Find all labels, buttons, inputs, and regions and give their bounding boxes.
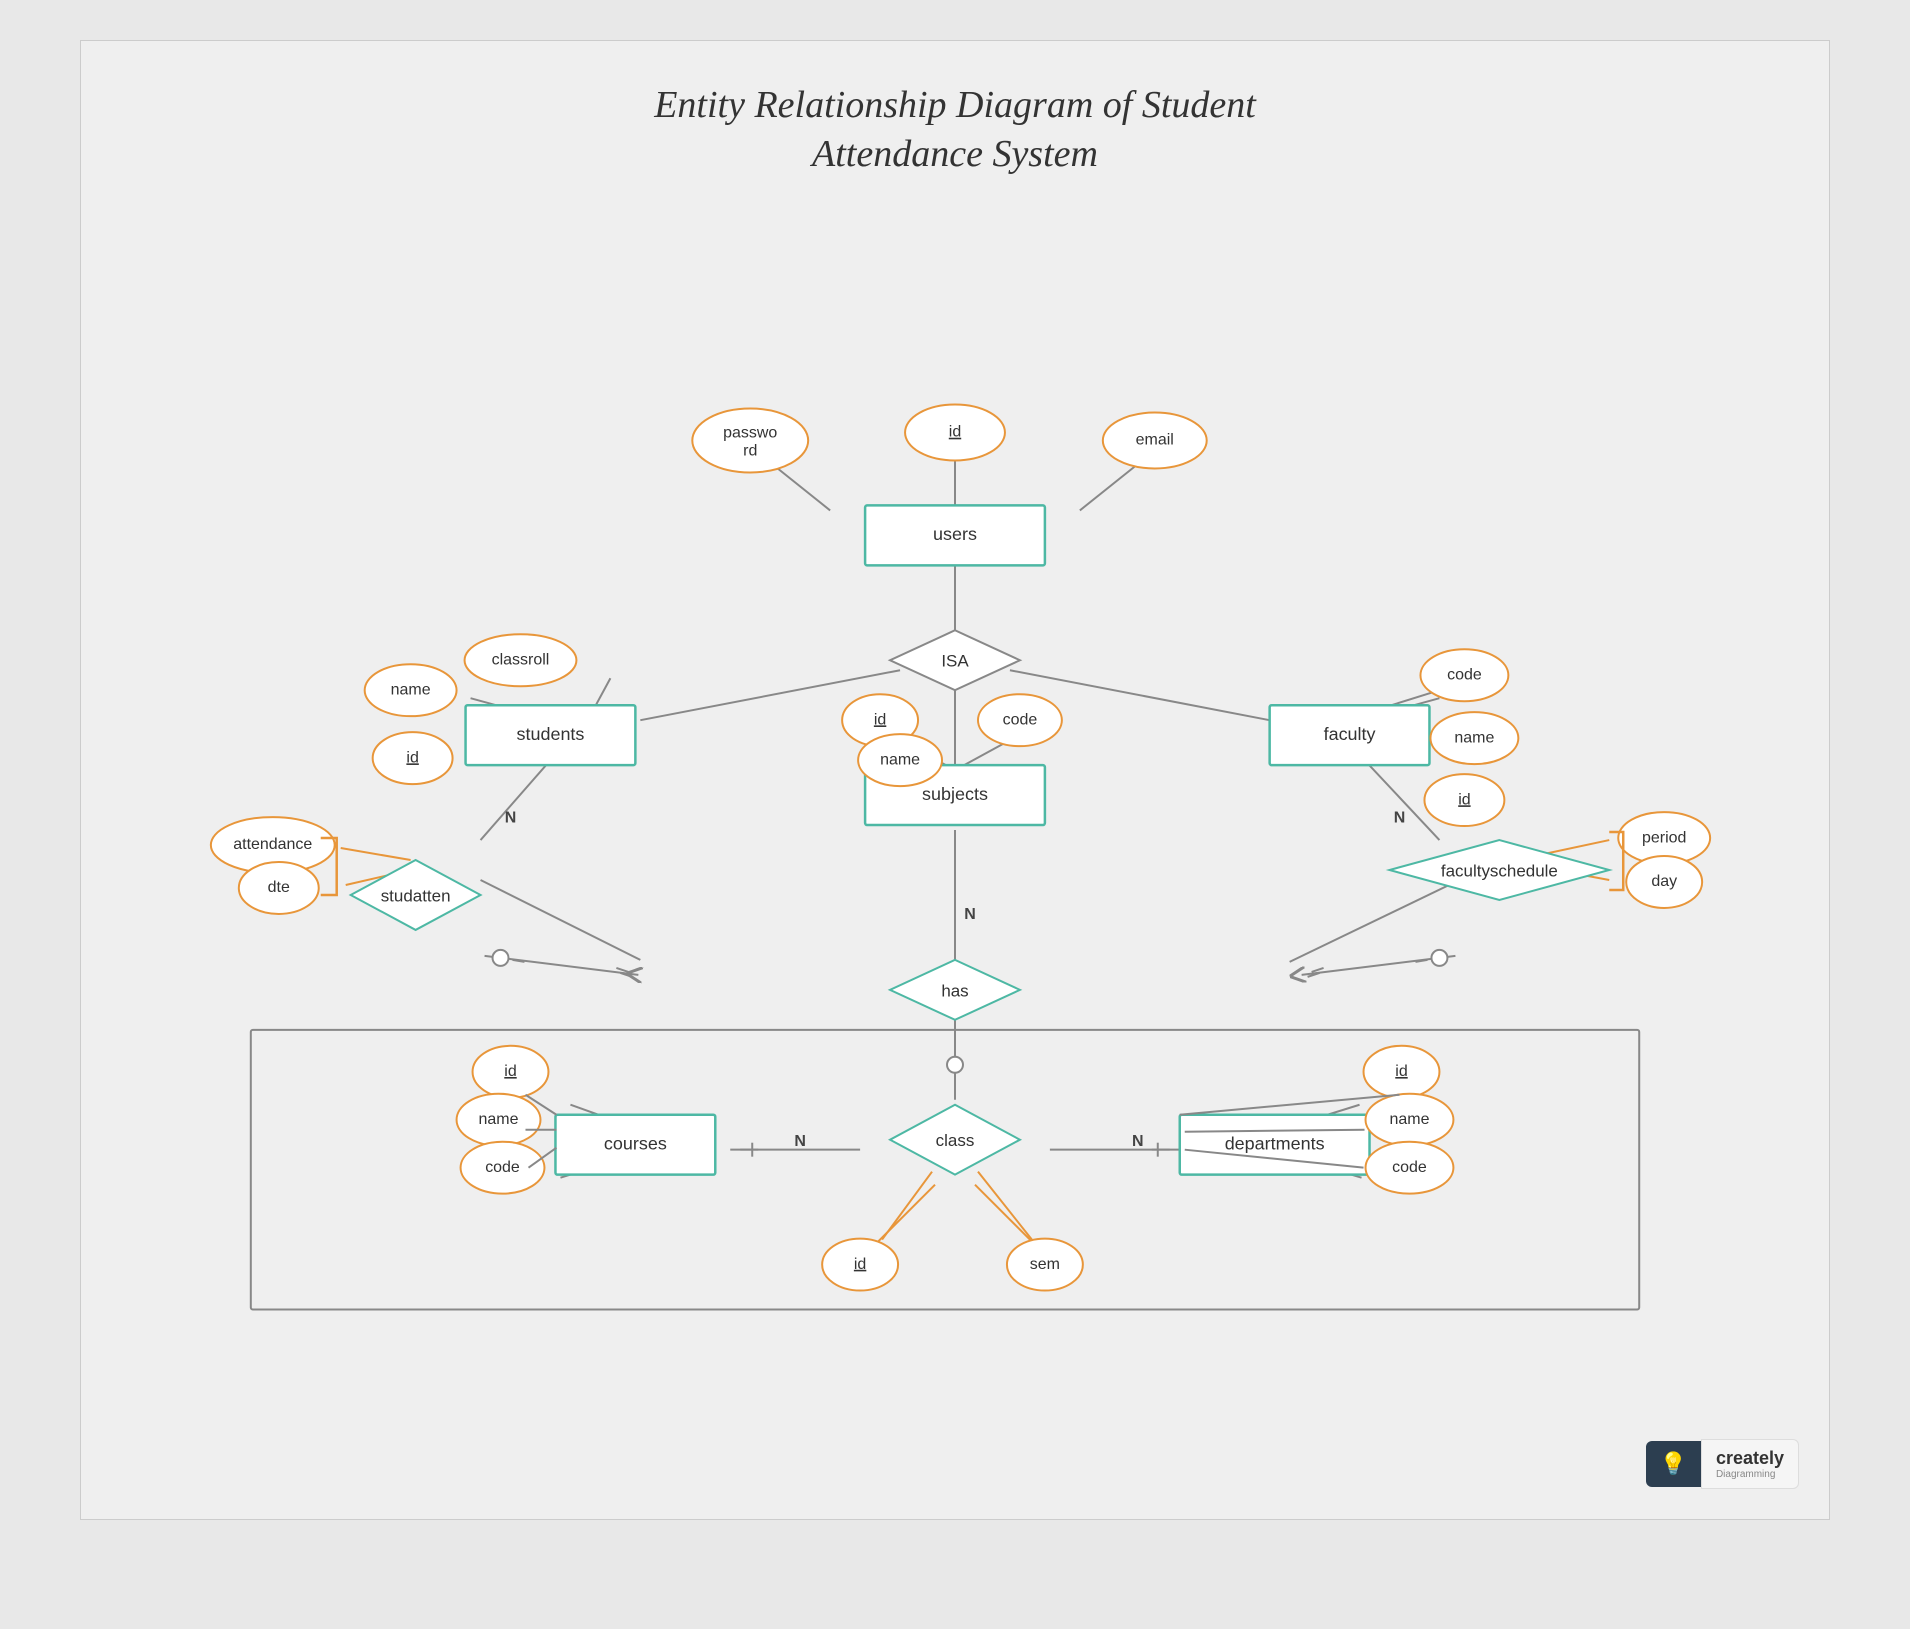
rel-has: has: [941, 981, 968, 1000]
entity-faculty: faculty: [1324, 724, 1376, 744]
logo-left-panel: 💡: [1646, 1441, 1701, 1487]
entity-users: users: [933, 524, 977, 544]
attr-subjects-name: name: [880, 751, 920, 768]
attr-students-id: id: [406, 749, 418, 766]
card-faculty-facultyschedule: N: [1394, 809, 1406, 826]
er-diagram-svg: users students faculty subjects courses …: [81, 200, 1829, 1550]
attr-facultyschedule-day: day: [1651, 873, 1677, 890]
card-courses-class: N: [794, 1133, 806, 1150]
attr-facultyschedule-period: period: [1642, 829, 1686, 846]
attr-subjects-code: code: [1003, 711, 1038, 728]
logo-bulb-icon: 💡: [1660, 1451, 1687, 1477]
attr-users-password2: rd: [743, 442, 757, 459]
entity-courses: courses: [604, 1133, 667, 1153]
attr-studatten-attendance: attendance: [233, 836, 312, 853]
card-departments-class: N: [1132, 1133, 1144, 1150]
entity-departments: departments: [1225, 1133, 1325, 1153]
creately-logo: 💡 creately Diagramming: [1646, 1439, 1799, 1489]
attr-departments-name: name: [1390, 1111, 1430, 1128]
entity-subjects: subjects: [922, 784, 988, 804]
attr-faculty-code: code: [1447, 666, 1482, 683]
entity-students: students: [516, 724, 584, 744]
diagram-area: users students faculty subjects courses …: [81, 200, 1829, 1550]
diagram-title: Entity Relationship Diagram of Student A…: [81, 41, 1829, 200]
card-students-studatten: N: [505, 809, 517, 826]
rel-class: class: [936, 1131, 975, 1150]
attr-courses-code: code: [485, 1159, 520, 1176]
logo-right-panel: creately Diagramming: [1701, 1439, 1799, 1489]
title-line1: Entity Relationship Diagram of Student: [654, 84, 1256, 126]
attr-faculty-id: id: [1458, 791, 1470, 808]
attr-users-email: email: [1136, 431, 1174, 448]
attr-faculty-name: name: [1454, 729, 1494, 746]
attr-users-password: passwo: [723, 425, 777, 442]
attr-students-name: name: [391, 681, 431, 698]
rel-facultyschedule: facultyschedule: [1441, 861, 1558, 880]
attr-students-classroll: classroll: [492, 651, 550, 668]
card-subjects-has: N: [964, 906, 976, 923]
attr-subjects-id: id: [874, 711, 886, 728]
attr-departments-code: code: [1392, 1159, 1427, 1176]
attr-courses-id: id: [504, 1063, 516, 1080]
logo-sub-text: Diagramming: [1716, 1469, 1784, 1480]
attr-class-id: id: [854, 1256, 866, 1273]
rel-isa: ISA: [941, 652, 969, 671]
title-line2: Attendance System: [812, 133, 1098, 175]
attr-users-id: id: [949, 424, 961, 441]
rel-studatten: studatten: [381, 886, 451, 905]
logo-brand-text: creately: [1716, 1448, 1784, 1468]
attr-class-sem: sem: [1030, 1256, 1060, 1273]
attr-departments-id: id: [1395, 1063, 1407, 1080]
attr-courses-name: name: [479, 1111, 519, 1128]
main-container: Entity Relationship Diagram of Student A…: [80, 40, 1830, 1520]
attr-studatten-dte: dte: [268, 879, 290, 896]
